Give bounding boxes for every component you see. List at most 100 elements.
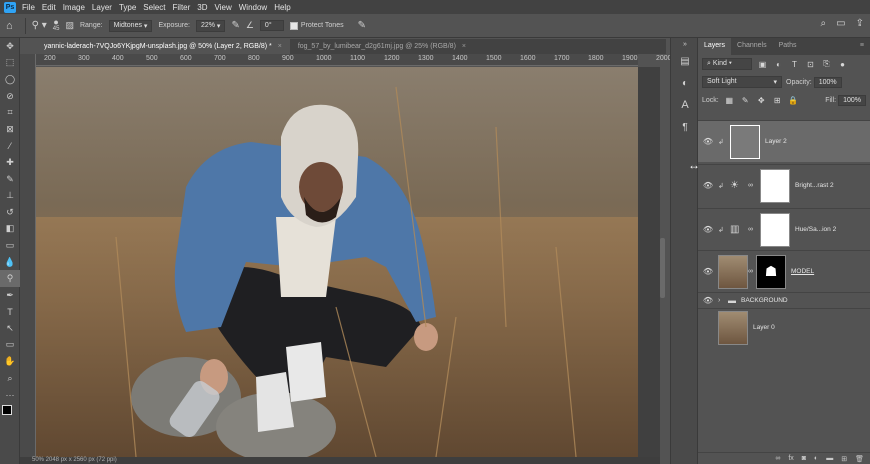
menu-window[interactable]: Window [239, 3, 267, 12]
expand-chevron-icon[interactable]: › [718, 297, 728, 304]
menu-layer[interactable]: Layer [92, 3, 112, 12]
delete-layer-icon[interactable]: 🗑 [855, 455, 864, 463]
menu-filter[interactable]: Filter [173, 3, 191, 12]
pressure-icon[interactable]: ✎ [358, 20, 366, 31]
gradient-tool-icon[interactable]: ▭ [0, 237, 20, 254]
fill-field[interactable]: 100% [838, 94, 866, 106]
filter-toggle-icon[interactable]: ● [837, 59, 848, 70]
menu-select[interactable]: Select [143, 3, 165, 12]
visibility-eye-icon[interactable]: 👁 [698, 296, 718, 305]
new-adjustment-icon[interactable]: ◐ [814, 455, 818, 462]
eyedropper-tool-icon[interactable]: ⁄ [0, 138, 20, 155]
tab-paths[interactable]: Paths [773, 38, 803, 55]
healing-brush-tool-icon[interactable]: ✚ [0, 154, 20, 171]
tab-document-1[interactable]: yannic-laderach-7VQJo6YKjpgM-unsplash.jp… [36, 39, 290, 54]
eraser-tool-icon[interactable]: ◧ [0, 221, 20, 238]
link-layers-icon[interactable]: ∞ [775, 455, 780, 462]
new-group-icon[interactable]: ▬ [826, 455, 833, 462]
layer-row-hue-saturation[interactable]: 👁 ↲ ▥ ∞ Hue/Sa...ion 2 [698, 208, 870, 250]
document-canvas[interactable] [36, 67, 638, 457]
path-select-tool-icon[interactable]: ↖ [0, 320, 20, 337]
layer-row-brightness-contrast[interactable]: 👁 ↲ ☀ ∞ Bright...rast 2 [698, 164, 870, 206]
close-icon[interactable]: × [462, 43, 466, 50]
rectangle-tool-icon[interactable]: ▭ [0, 337, 20, 354]
visibility-eye-icon[interactable]: 👁 [698, 267, 718, 276]
close-icon[interactable]: × [278, 43, 282, 50]
type-tool-icon[interactable]: T [0, 304, 20, 321]
kind-filter-dropdown[interactable]: ⌕ Kind ▾ [702, 58, 752, 70]
opacity-field[interactable]: 100% [813, 76, 842, 88]
vertical-scrollbar-track[interactable] [638, 67, 660, 464]
layer-row-layer-0[interactable]: Layer 0 [698, 308, 870, 346]
quick-select-tool-icon[interactable]: ⊘ [0, 88, 20, 105]
search-icon[interactable]: ⌕ [821, 18, 827, 29]
fx-icon[interactable]: fx [788, 455, 793, 462]
lasso-tool-icon[interactable]: ◯ [0, 71, 20, 88]
angle-field[interactable]: 0° [259, 20, 284, 31]
hand-tool-icon[interactable]: ✋ [0, 353, 20, 370]
visibility-eye-icon[interactable]: 👁 [698, 225, 718, 234]
filter-shape-icon[interactable]: ⊡ [805, 59, 816, 70]
workspace-icon[interactable]: ▭ [836, 18, 845, 29]
burn-tool-preset-icon[interactable]: ⚲ ▾ [32, 20, 47, 31]
burn-tool-icon[interactable]: ⚲ [0, 270, 20, 287]
move-tool-icon[interactable]: ✥ [0, 38, 20, 55]
lock-artboard-icon[interactable]: ⊞ [772, 95, 783, 106]
brush-size-preview[interactable]: ● 45 [53, 17, 60, 33]
filter-adjustment-icon[interactable]: ◐ [773, 59, 784, 70]
menu-view[interactable]: View [215, 3, 232, 12]
collapse-arrows-icon[interactable]: » [671, 38, 699, 50]
menu-image[interactable]: Image [63, 3, 85, 12]
paragraph-icon[interactable]: ¶ [671, 116, 699, 138]
exposure-field[interactable]: 22% ▾ [195, 19, 226, 32]
menu-edit[interactable]: Edit [42, 3, 56, 12]
lock-transparency-icon[interactable]: ▦ [724, 95, 735, 106]
menu-help[interactable]: Help [274, 3, 290, 12]
brush-settings-icon[interactable]: ▨ [65, 20, 74, 31]
add-mask-icon[interactable]: ◙ [802, 455, 806, 462]
layer-group-background[interactable]: 👁 › ▬ BACKGROUND [698, 292, 870, 308]
history-brush-tool-icon[interactable]: ↺ [0, 204, 20, 221]
properties-icon[interactable]: ▤ [671, 50, 699, 72]
menu-type[interactable]: Type [119, 3, 136, 12]
more-tools-icon[interactable]: ··· [0, 386, 20, 403]
lock-all-icon[interactable]: 🔒 [788, 95, 799, 106]
character-icon[interactable]: A [671, 94, 699, 116]
layer-row-model[interactable]: 👁 ∞ ☗ MODEL [698, 250, 870, 292]
tab-channels[interactable]: Channels [731, 38, 773, 55]
lock-image-icon[interactable]: ✎ [740, 95, 751, 106]
panel-menu-icon[interactable]: ≡ [854, 38, 870, 55]
marquee-tool-icon[interactable]: ⬚ [0, 55, 20, 72]
crop-tool-icon[interactable]: ⌗ [0, 104, 20, 121]
options-bar: ⌂ ⚲ ▾ ● 45 ▨ Range: Midtones ▾ Exposure:… [0, 14, 870, 38]
menu-3d[interactable]: 3D [197, 3, 207, 12]
color-swatches[interactable] [0, 403, 20, 431]
vertical-scrollbar-thumb[interactable] [660, 238, 665, 298]
blend-mode-dropdown[interactable]: Soft Light ▾ [702, 76, 782, 88]
home-icon[interactable]: ⌂ [6, 20, 13, 32]
range-dropdown[interactable]: Midtones ▾ [108, 19, 153, 32]
blur-tool-icon[interactable]: 💧 [0, 254, 20, 271]
zoom-tool-icon[interactable]: ⌕ [0, 370, 20, 387]
layer-row-layer-2[interactable]: 👁 ↲ Layer 2 [698, 120, 870, 162]
frame-tool-icon[interactable]: ⊠ [0, 121, 20, 138]
filter-pixel-icon[interactable]: ▣ [757, 59, 768, 70]
layer-mask-thumbnail [760, 212, 790, 247]
adjustments-icon[interactable]: ◐ [671, 72, 699, 94]
menu-file[interactable]: File [22, 3, 35, 12]
tab-document-2[interactable]: fog_57_by_lumibear_d2g61mj.jpg @ 25% (RG… [290, 39, 474, 54]
visibility-eye-icon[interactable]: 👁 [698, 181, 718, 190]
brush-tool-icon[interactable]: ✎ [0, 171, 20, 188]
protect-tones-checkbox[interactable]: Protect Tones [289, 21, 344, 30]
filter-smart-object-icon[interactable]: ⎘ [821, 59, 832, 70]
visibility-eye-icon[interactable]: 👁 [698, 137, 718, 146]
share-icon[interactable]: ⇪ [856, 18, 864, 29]
filter-type-icon[interactable]: T [789, 59, 800, 70]
pen-tool-icon[interactable]: ✒ [0, 287, 20, 304]
clone-stamp-tool-icon[interactable]: ⊥ [0, 187, 20, 204]
new-layer-icon[interactable]: ⊞ [841, 455, 847, 463]
lock-position-icon[interactable]: ✥ [756, 95, 767, 106]
airbrush-icon[interactable]: ✎ [231, 20, 239, 31]
foreground-color-swatch[interactable] [2, 405, 12, 416]
tab-layers[interactable]: Layers [698, 38, 732, 55]
